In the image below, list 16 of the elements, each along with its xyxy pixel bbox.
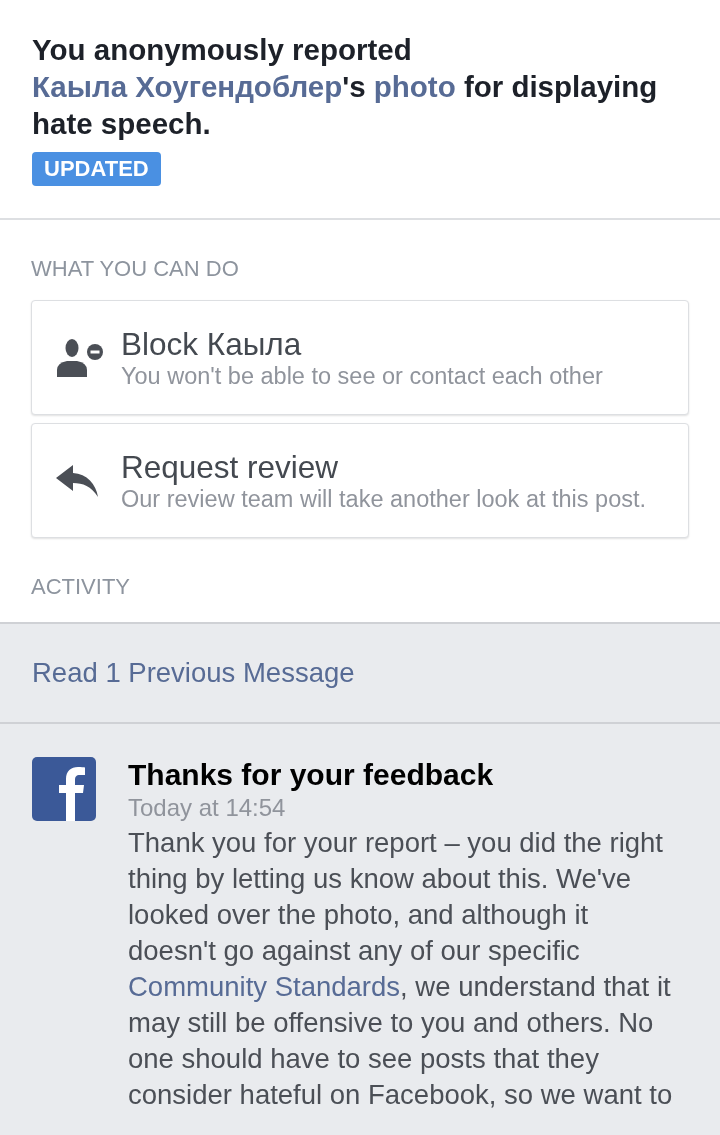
community-standards-link[interactable]: Community Standards <box>128 971 401 1002</box>
reply-arrow-icon <box>56 464 98 497</box>
message-body: Thank you for your report – you did the right thing by letting us know about this. We've looked over the photo, and although it doesn't go against any of our specific Community Standards, we understand that it may still be offensive to you and others. No one should have to see posts that they consider hateful on Facebook, so we want to <box>128 826 674 1112</box>
message-title: Thanks for your feedback <box>128 757 495 793</box>
report-headline: You anonymously reported Каыла Хоугендоблер's photo for displaying hate speech. <box>32 32 659 142</box>
section-heading: ACTIVITY <box>31 574 131 600</box>
headline-link[interactable]: Каыла Хоугендоблер <box>32 70 343 103</box>
previous-message-link[interactable]: Read 1 Previous Message <box>32 657 355 688</box>
updated-badge: UPDATED <box>32 152 161 186</box>
f-logo-icon <box>32 757 96 821</box>
block-user-icon <box>56 338 104 377</box>
message-timestamp: Today at 14:54 <box>128 793 287 823</box>
block-user-button[interactable]: Block Каыла You won't be able to see or contact each other <box>31 300 689 415</box>
request-review-button[interactable]: Request review Our review team will take another look at this post. <box>31 423 689 538</box>
headline-link[interactable]: photo <box>373 70 456 103</box>
section-heading: WHAT YOU CAN DO <box>31 256 240 282</box>
